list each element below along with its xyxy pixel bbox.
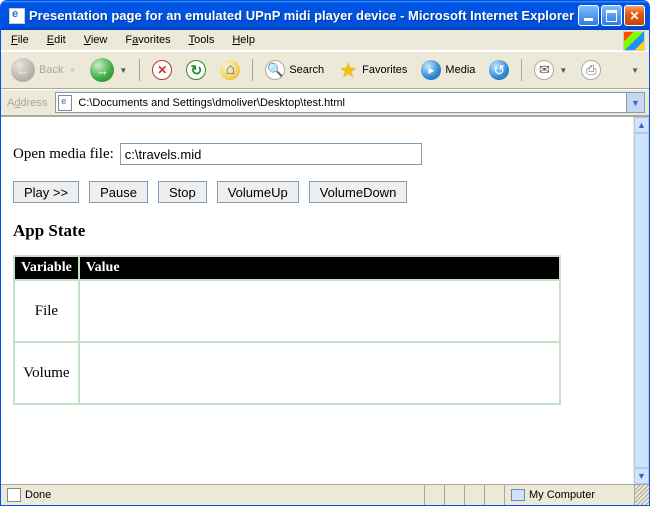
forward-arrow-icon: → [90,58,114,82]
close-button[interactable] [624,5,645,26]
status-zone: My Computer [505,485,635,505]
search-label: Search [289,64,324,76]
computer-icon [511,489,525,501]
open-file-input[interactable] [120,143,422,165]
toolbar-separator [252,59,253,81]
cell-variable: Volume [14,342,79,404]
toolbar-overflow-icon[interactable]: ▼ [631,66,639,75]
header-variable: Variable [14,256,79,280]
address-dropdown-button[interactable]: ▼ [627,92,645,113]
table-row: Volume [14,342,560,404]
history-button[interactable] [485,58,513,82]
content-area: Open media file: Play >> Pause Stop Volu… [1,116,649,484]
back-button: ← Back ▼ [7,56,80,84]
print-button[interactable] [577,58,605,82]
forward-dropdown-icon[interactable]: ▼ [119,66,127,75]
ie-app-icon [9,8,25,24]
star-icon [338,60,358,80]
page-icon [58,95,72,111]
menu-edit[interactable]: Edit [43,32,70,48]
menu-bar: File Edit View Favorites Tools Help [1,30,649,51]
address-input[interactable] [76,94,624,111]
control-buttons: Play >> Pause Stop VolumeUp VolumeDown [13,181,625,203]
table-row: File [14,280,560,342]
mail-icon [534,60,554,80]
stop-nav-button[interactable] [148,58,176,82]
menu-tools[interactable]: Tools [185,32,219,48]
window-title: Presentation page for an emulated UPnP m… [29,8,578,23]
media-icon [421,60,441,80]
status-main: Done [1,485,425,505]
zone-text: My Computer [529,489,595,501]
vertical-scrollbar[interactable]: ▲ ▼ [633,117,649,484]
resize-grip[interactable] [635,485,649,505]
refresh-button[interactable] [182,58,210,82]
cell-value [79,342,560,404]
refresh-icon [186,60,206,80]
table-header-row: Variable Value [14,256,560,280]
menu-help[interactable]: Help [228,32,259,48]
forward-button[interactable]: → ▼ [86,56,131,84]
page-icon [7,488,21,502]
volume-up-button[interactable]: VolumeUp [217,181,299,203]
status-cell [425,485,445,505]
ie-window: Presentation page for an emulated UPnP m… [0,0,650,506]
scroll-thumb[interactable] [634,133,649,468]
history-icon [489,60,509,80]
stop-button[interactable]: Stop [158,181,207,203]
menu-file[interactable]: File [7,32,33,48]
media-label: Media [445,64,475,76]
cell-value [79,280,560,342]
address-field-wrap [55,92,627,113]
back-arrow-icon: ← [11,58,35,82]
maximize-button[interactable] [601,5,622,26]
status-bar: Done My Computer [1,484,649,505]
favorites-label: Favorites [362,64,407,76]
app-state-heading: App State [13,221,625,241]
scroll-up-button[interactable]: ▲ [634,117,649,133]
scroll-down-button[interactable]: ▼ [634,468,649,484]
open-file-label: Open media file: [13,146,114,163]
address-bar: Address ▼ [1,89,649,116]
address-label: Address [5,97,49,109]
titlebar[interactable]: Presentation page for an emulated UPnP m… [1,1,649,30]
window-controls [578,5,645,26]
windows-flag-icon [623,31,645,51]
home-button[interactable] [216,58,244,82]
toolbar-separator [139,59,140,81]
app-state-table: Variable Value File Volume [13,255,561,405]
minimize-button[interactable] [578,5,599,26]
play-button[interactable]: Play >> [13,181,79,203]
open-file-row: Open media file: [13,143,625,165]
page-body: Open media file: Play >> Pause Stop Volu… [1,117,633,484]
menu-view[interactable]: View [80,32,112,48]
status-cell [465,485,485,505]
search-button[interactable]: Search [261,58,328,82]
toolbar-separator [521,59,522,81]
search-icon [265,60,285,80]
favorites-button[interactable]: Favorites [334,58,411,82]
media-button[interactable]: Media [417,58,479,82]
menu-favorites[interactable]: Favorites [121,32,174,48]
chevron-down-icon: ▼ [631,98,640,108]
status-cell [445,485,465,505]
mail-button[interactable]: ▼ [530,58,571,82]
header-value: Value [79,256,560,280]
back-label: Back [39,64,63,76]
stop-icon [152,60,172,80]
pause-button[interactable]: Pause [89,181,148,203]
mail-dropdown-icon[interactable]: ▼ [559,66,567,75]
print-icon [581,60,601,80]
status-text: Done [25,489,51,501]
volume-down-button[interactable]: VolumeDown [309,181,408,203]
back-dropdown-icon: ▼ [68,66,76,75]
home-icon [220,60,240,80]
toolbar: ← Back ▼ → ▼ Search Favorites Media ▼ ▼ [1,51,649,89]
status-cell [485,485,505,505]
cell-variable: File [14,280,79,342]
